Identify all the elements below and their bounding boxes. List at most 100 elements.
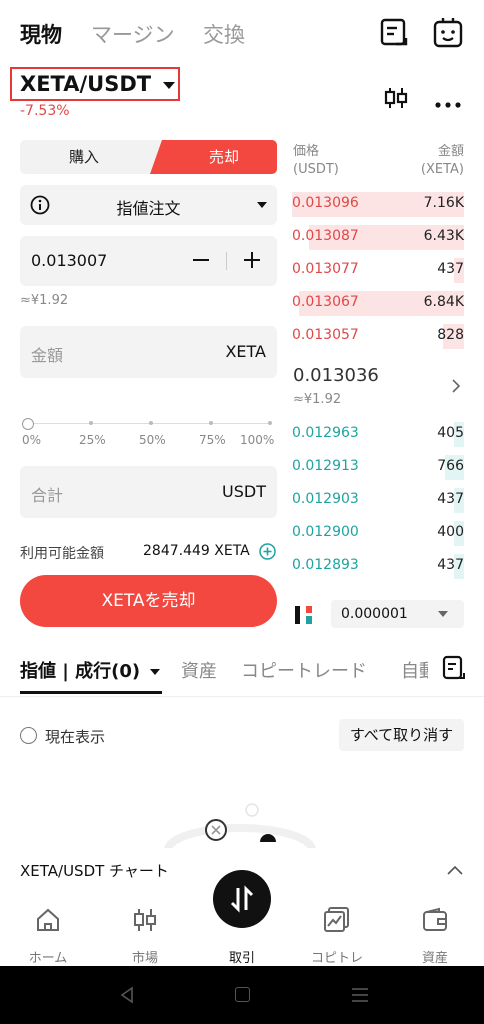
total-field[interactable]: 合計 USDT: [20, 466, 277, 518]
ob-price: 0.013057: [292, 327, 359, 343]
market-icon: [134, 909, 156, 931]
back-icon[interactable]: [119, 986, 135, 1008]
sell-tab[interactable]: 売却: [150, 140, 277, 174]
ob-price: 0.012900: [292, 524, 359, 540]
ob-price-header-label: 価格: [293, 144, 320, 159]
sell-submit-button[interactable]: XETAを売却: [20, 575, 277, 627]
slider-label: 75%: [199, 433, 226, 447]
robot-icon[interactable]: [431, 16, 465, 54]
depth-mode-icon[interactable]: [293, 604, 315, 630]
ob-qty: 6.84K: [423, 294, 464, 310]
plus-icon[interactable]: [242, 250, 262, 274]
nav-trade[interactable]: [213, 870, 271, 928]
ob-amount-header-unit: (XETA): [420, 162, 464, 177]
amount-slider-handle[interactable]: [22, 418, 34, 430]
precision-value: 0.000001: [341, 606, 408, 622]
price-change: -7.53%: [20, 103, 70, 119]
slider-label: 25%: [79, 433, 106, 447]
wallet-icon: [423, 907, 447, 931]
order-history-icon[interactable]: [442, 655, 466, 685]
ob-qty: 437: [437, 557, 464, 573]
price-input[interactable]: 0.013007: [31, 251, 107, 270]
home-square-icon[interactable]: [235, 987, 250, 1002]
candlestick-icon[interactable]: [383, 86, 409, 114]
current-only-label: 現在表示: [45, 728, 106, 746]
empty-state-icon: [160, 792, 320, 876]
pair-selector[interactable]: XETA/USDT: [10, 67, 180, 101]
total-unit: USDT: [222, 482, 266, 501]
ask-row[interactable]: 0.013096 7.16K: [292, 192, 464, 217]
available-label: 利用可能金額: [20, 546, 104, 562]
caret-down-icon: [438, 611, 448, 617]
caret-down-icon: [163, 82, 175, 89]
ob-qty: 828: [437, 327, 464, 343]
ob-price: 0.013087: [292, 228, 359, 244]
amount-field[interactable]: 金額 XETA: [20, 326, 277, 378]
ob-amount-header-label: 金額: [437, 144, 464, 159]
chart-bar-label: XETA/USDT チャート: [20, 862, 169, 880]
bid-row[interactable]: 0.012893 437: [292, 554, 464, 579]
bid-row[interactable]: 0.012963 405: [292, 422, 464, 447]
tab-cut-off[interactable]: 自動: [401, 657, 428, 683]
bid-row[interactable]: 0.012900 400: [292, 521, 464, 546]
price-field[interactable]: 0.013007: [20, 236, 277, 286]
amount-placeholder: 金額: [31, 346, 64, 365]
available-value: 2847.449 XETA: [143, 543, 250, 559]
minus-icon[interactable]: [191, 250, 211, 274]
bid-row[interactable]: 0.012913 766: [292, 455, 464, 480]
ask-row[interactable]: 0.013087 6.43K: [292, 225, 464, 250]
recents-icon[interactable]: [351, 986, 369, 1008]
ask-row[interactable]: 0.013077 437: [292, 258, 464, 283]
tab-open-orders[interactable]: 指値 | 成行(0): [20, 657, 161, 683]
bid-row[interactable]: 0.012903 437: [292, 488, 464, 513]
nav-market-label: 市場: [131, 951, 158, 966]
ob-qty: 6.43K: [423, 228, 464, 244]
cancel-all-button[interactable]: すべて取り消す: [339, 719, 464, 751]
active-tab-indicator: [20, 691, 162, 694]
buy-tab[interactable]: 購入: [20, 140, 148, 174]
slider-stop: [89, 421, 93, 425]
ob-price: 0.012893: [292, 557, 359, 573]
tab-spot[interactable]: 現物: [20, 19, 62, 49]
ob-qty: 766: [437, 458, 464, 474]
nav-copy-trade-label: コピトレ: [310, 951, 363, 966]
swap-icon: [230, 885, 254, 913]
tab-exchange[interactable]: 交換: [203, 19, 245, 49]
pair-name: XETA/USDT: [20, 72, 152, 96]
copy-trade-icon: [324, 907, 349, 932]
total-placeholder: 合計: [31, 486, 64, 505]
tab-copy-trade[interactable]: コピートレード: [241, 657, 367, 683]
price-approx: ≈¥1.92: [20, 293, 69, 308]
precision-select[interactable]: 0.000001: [331, 600, 464, 628]
slider-stop: [149, 421, 153, 425]
chevron-up-icon[interactable]: [446, 861, 464, 880]
order-type-select[interactable]: 指値注文: [20, 185, 277, 225]
more-icon[interactable]: [434, 94, 462, 113]
ob-qty: 437: [437, 491, 464, 507]
nav-trade-label: 取引: [228, 951, 255, 966]
ask-row[interactable]: 0.013057 828: [292, 324, 464, 349]
current-only-radio[interactable]: [20, 727, 37, 744]
ask-row[interactable]: 0.013067 6.84K: [292, 291, 464, 316]
orders-icon[interactable]: [378, 17, 410, 53]
ob-amount-header: 金額 (XETA): [380, 143, 464, 179]
tab-margin[interactable]: マージン: [91, 19, 175, 49]
ob-price-header-unit: (USDT): [293, 162, 339, 177]
ob-price: 0.012903: [292, 491, 359, 507]
tab-open-orders-label: 指値 | 成行(0): [20, 661, 141, 682]
ob-qty: 405: [437, 425, 464, 441]
ob-price: 0.012963: [292, 425, 359, 441]
add-circle-icon[interactable]: [259, 543, 276, 564]
ob-price: 0.013096: [292, 195, 359, 211]
amount-unit: XETA: [225, 342, 266, 361]
chevron-right-icon[interactable]: [451, 378, 461, 398]
nav-home-label: ホーム: [28, 951, 68, 966]
tab-assets[interactable]: 資産: [181, 657, 217, 683]
order-type-label: 指値注文: [116, 199, 181, 218]
last-price: 0.013036: [293, 365, 379, 386]
ob-price: 0.013077: [292, 261, 359, 277]
ob-qty: 437: [437, 261, 464, 277]
slider-stop: [268, 421, 272, 425]
home-icon: [37, 908, 59, 931]
ob-qty: 7.16K: [423, 195, 464, 211]
